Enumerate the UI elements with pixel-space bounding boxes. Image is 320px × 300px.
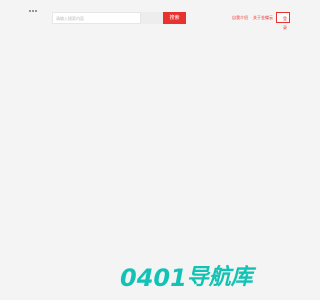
top-bar: 搜索 自我介绍 关于金蝶云 登录	[0, 0, 300, 38]
search-field-extension[interactable]	[141, 12, 163, 24]
logo-dot	[29, 10, 31, 12]
three-dot-logo-icon[interactable]	[29, 10, 37, 12]
logo-dot	[32, 10, 34, 12]
logo-digits: 0401	[120, 264, 187, 292]
search-input[interactable]	[52, 12, 141, 24]
login-button[interactable]: 登录	[276, 12, 290, 30]
search-form: 搜索	[52, 12, 186, 24]
site-logo: 0401 导航库	[120, 264, 300, 292]
logo-dot	[35, 10, 37, 12]
logo-name: 导航库	[186, 265, 253, 290]
search-button[interactable]: 搜索	[163, 12, 186, 24]
top-links: 自我介绍 关于金蝶云	[232, 15, 273, 20]
link-about[interactable]: 关于金蝶云	[253, 15, 273, 20]
link-self-intro[interactable]: 自我介绍	[232, 15, 248, 20]
